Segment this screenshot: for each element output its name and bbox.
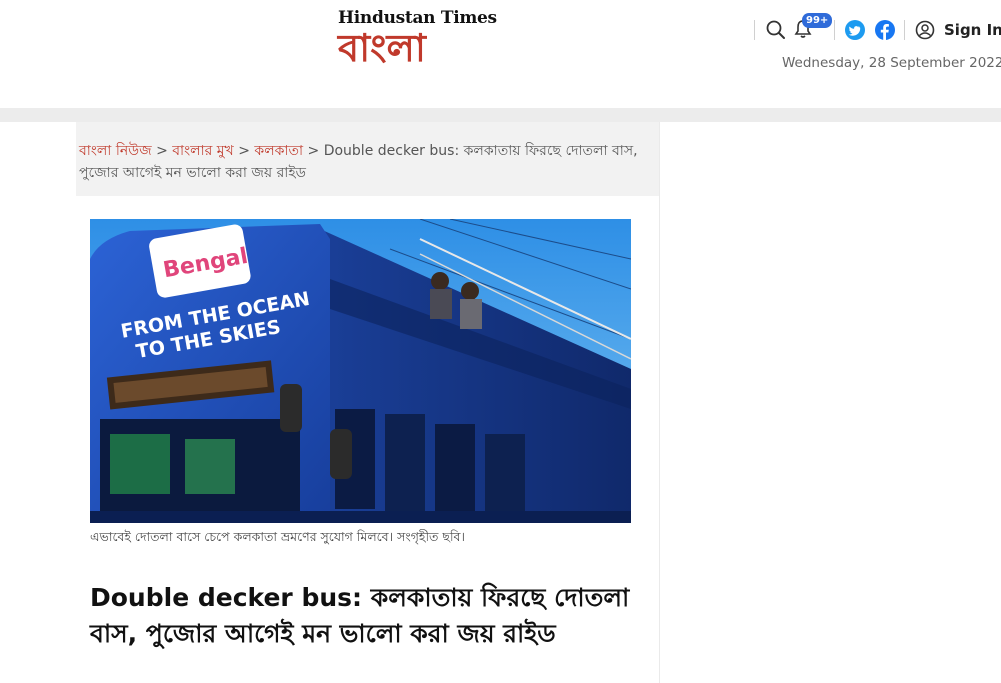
article-headline: Double decker bus: কলকাতায় ফিরছে দোতলা … <box>90 583 630 648</box>
toolbar-divider <box>754 20 755 40</box>
breadcrumb-link-banglar-mukh[interactable]: বাংলার মুখ <box>172 143 234 159</box>
site-logo[interactable]: Hindustan Times বাংলা <box>330 8 497 74</box>
breadcrumb-separator: > <box>303 143 324 159</box>
breadcrumb-separator: > <box>151 143 173 159</box>
logo-bottom-text: বাংলা <box>338 25 426 70</box>
current-date: Wednesday, 28 September 2022 <box>782 55 1001 71</box>
breadcrumb-link-bangla-news[interactable]: বাংলা নিউজ <box>79 143 152 159</box>
user-icon[interactable] <box>915 20 935 44</box>
toolbar-divider <box>834 20 835 40</box>
image-caption: এভাবেই দোতলা বাসে চেপে কলকাতা ভ্রমণের সু… <box>90 529 465 544</box>
twitter-icon[interactable] <box>845 20 865 44</box>
breadcrumb: বাংলা নিউজ > বাংলার মুখ > কলকাতা > Doubl… <box>79 140 639 184</box>
header-divider-band <box>0 108 1001 122</box>
facebook-icon[interactable] <box>875 20 895 44</box>
toolbar-divider <box>904 20 905 40</box>
breadcrumb-link-kolkata[interactable]: কলকাতা <box>254 143 303 159</box>
notification-badge[interactable]: 99+ <box>802 13 833 28</box>
article-hero-image[interactable]: Bengal FROM THE OCEAN TO THE SKIES <box>90 219 631 523</box>
site-header: Hindustan Times বাংলা 99+ Sign In Wednes… <box>0 0 1001 108</box>
search-icon[interactable] <box>766 20 786 44</box>
signin-button[interactable]: Sign In <box>944 21 1001 39</box>
breadcrumb-separator: > <box>233 143 255 159</box>
column-divider <box>659 122 660 683</box>
